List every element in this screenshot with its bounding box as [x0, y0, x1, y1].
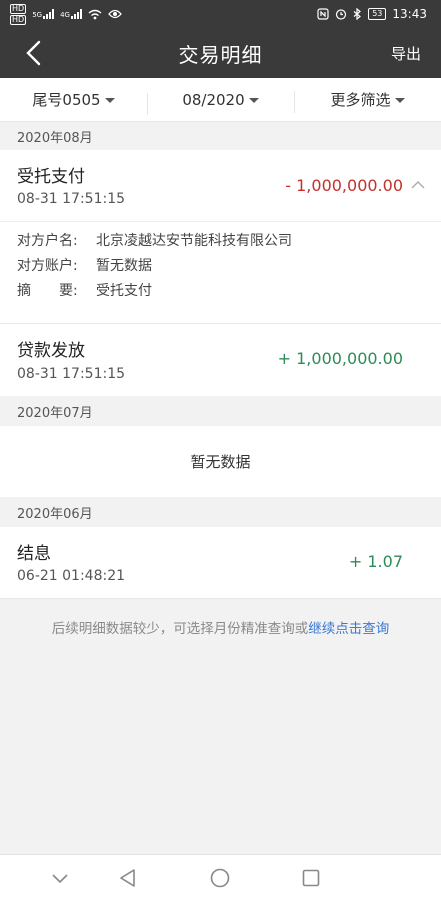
detail-counterparty-name: 对方户名: 北京凌越达安节能科技有限公司	[17, 230, 292, 250]
caret-down-icon	[394, 97, 405, 103]
month-filter-label: 08/2020	[182, 90, 245, 109]
signal-5g-icon: 5G	[32, 9, 55, 19]
transaction-row[interactable]: 受托支付 08-31 17:51:15 - 1,000,000.00	[0, 150, 441, 221]
caret-down-icon	[248, 97, 259, 103]
continue-query-link[interactable]: 继续点击查询	[308, 621, 389, 637]
recents-square-icon[interactable]	[300, 867, 322, 889]
chevron-up-icon[interactable]	[411, 178, 425, 192]
transaction-time: 08-31 17:51:15	[17, 366, 126, 382]
more-filters-dropdown[interactable]: 更多筛选	[294, 89, 441, 113]
status-bar-right: 53 13:43	[317, 7, 427, 21]
month-header: 2020年08月	[0, 122, 441, 150]
transaction-amount: + 1,000,000.00	[277, 349, 403, 368]
empty-state: 暂无数据	[0, 426, 441, 497]
detail-label: 摘 要:	[17, 283, 78, 299]
clock: 13:43	[392, 7, 427, 21]
filter-bar: 尾号0505 08/2020 更多筛选	[0, 78, 441, 122]
empty-state-text: 暂无数据	[190, 453, 251, 471]
more-filters-label: 更多筛选	[330, 91, 391, 109]
transaction-title: 受托支付	[17, 167, 85, 187]
hd-indicators: HD HD	[10, 3, 27, 25]
transaction-time: 06-21 01:48:21	[17, 568, 126, 584]
detail-label: 对方户名:	[17, 233, 78, 249]
transaction-details: 对方户名: 北京凌越达安节能科技有限公司 对方账户: 暂无数据 摘 要: 受托支…	[0, 221, 441, 323]
divider	[0, 598, 441, 599]
transaction-time: 08-31 17:51:15	[17, 191, 126, 207]
chevron-down-icon[interactable]	[49, 867, 71, 889]
detail-counterparty-account: 对方账户: 暂无数据	[17, 255, 152, 275]
detail-value: 受托支付	[96, 283, 152, 299]
top-nav-bar: 交易明细 导出	[0, 28, 441, 78]
hd-chip: HD	[10, 14, 27, 25]
detail-value: 北京凌越达安节能科技有限公司	[96, 233, 292, 249]
month-header: 2020年07月	[0, 396, 441, 426]
footer-note: 后续明细数据较少，可选择月份精准查询或继续点击查询	[0, 617, 441, 637]
home-circle-icon[interactable]	[209, 867, 231, 889]
caret-down-icon	[104, 97, 115, 103]
alarm-icon	[336, 9, 347, 20]
account-filter-dropdown[interactable]: 尾号0505	[0, 89, 147, 110]
transaction-row[interactable]: 结息 06-21 01:48:21 + 1.07	[0, 527, 441, 598]
transaction-amount: + 1.07	[348, 552, 403, 571]
transaction-row[interactable]: 贷款发放 08-31 17:51:15 + 1,000,000.00	[0, 324, 441, 396]
month-filter-dropdown[interactable]: 08/2020	[147, 90, 294, 115]
signal-4g-icon: 4G	[60, 9, 82, 19]
wifi-icon	[88, 9, 102, 19]
hd-chip: HD	[10, 3, 27, 14]
page-title: 交易明细	[178, 42, 263, 67]
footer-note-text: 后续明细数据较少，可选择月份精准查询或	[51, 621, 309, 637]
detail-summary: 摘 要: 受托支付	[17, 280, 152, 300]
account-filter-label: 尾号0505	[32, 91, 101, 109]
status-bar: HD HD 5G 4G 53 13:43	[0, 0, 441, 28]
detail-label: 对方账户:	[17, 258, 78, 274]
transaction-amount: - 1,000,000.00	[285, 176, 403, 195]
chevron-left-icon[interactable]	[22, 40, 46, 66]
battery-icon: 53	[368, 8, 387, 20]
status-bar-left: HD HD 5G 4G	[10, 3, 122, 25]
detail-value: 暂无数据	[96, 258, 152, 274]
nfc-icon	[317, 8, 329, 20]
transaction-title: 结息	[17, 544, 51, 564]
month-header: 2020年06月	[0, 497, 441, 527]
transaction-title: 贷款发放	[17, 341, 85, 361]
eye-icon	[108, 9, 122, 19]
bluetooth-icon	[353, 8, 362, 20]
system-navigation-bar	[0, 854, 441, 900]
back-triangle-icon[interactable]	[117, 867, 139, 889]
export-button[interactable]: 导出	[391, 43, 421, 64]
